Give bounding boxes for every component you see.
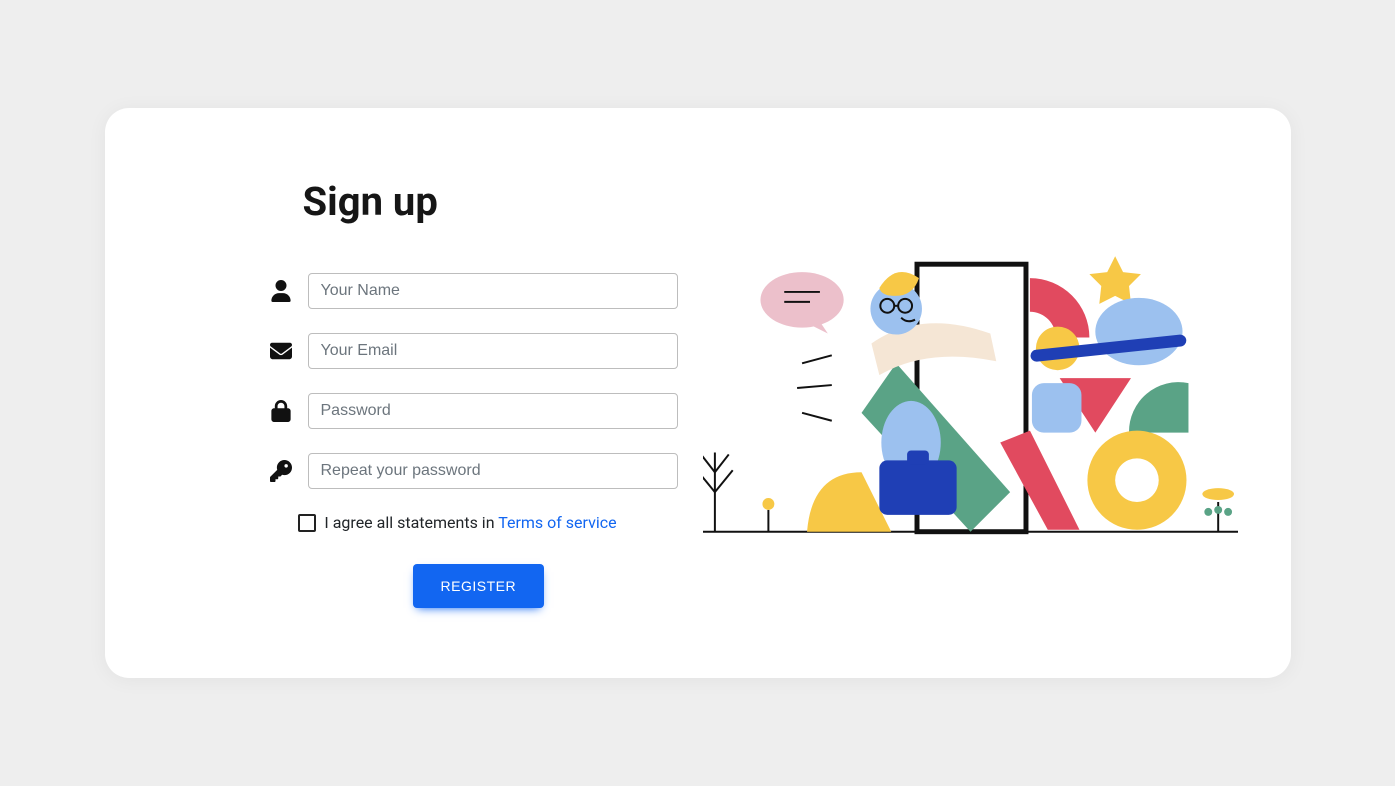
user-icon xyxy=(268,278,294,304)
page-title: Sign up xyxy=(303,178,678,225)
password-row xyxy=(268,393,678,429)
email-input[interactable] xyxy=(308,333,678,369)
envelope-icon xyxy=(268,338,294,364)
terms-link[interactable]: Terms of service xyxy=(498,513,616,532)
signup-illustration xyxy=(703,243,1238,543)
key-icon xyxy=(268,458,294,484)
name-row xyxy=(268,273,678,309)
lock-icon xyxy=(268,398,294,424)
repeat-password-row xyxy=(268,453,678,489)
agree-label: I agree all statements in Terms of servi… xyxy=(324,513,616,532)
email-row xyxy=(268,333,678,369)
repeat-password-input[interactable] xyxy=(308,453,678,489)
form-column: Sign up xyxy=(153,178,698,608)
signup-card: Sign up xyxy=(105,108,1291,678)
agree-text-prefix: I agree all statements in xyxy=(324,513,498,532)
name-input[interactable] xyxy=(308,273,678,309)
password-input[interactable] xyxy=(308,393,678,429)
register-button[interactable]: Register xyxy=(413,564,545,608)
illustration-column xyxy=(698,243,1243,543)
agree-row: I agree all statements in Terms of servi… xyxy=(238,513,678,532)
agree-checkbox[interactable] xyxy=(298,514,316,532)
